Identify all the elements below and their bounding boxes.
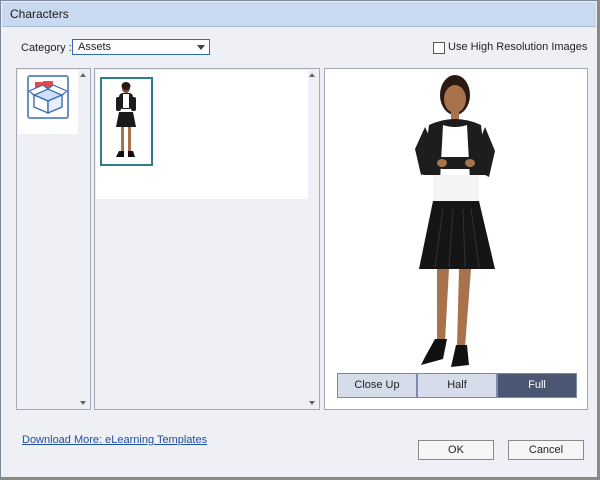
download-more-link[interactable]: Download More: eLearning Templates [22, 434, 207, 446]
category-value: Assets [78, 41, 112, 53]
window-title: Characters [10, 7, 69, 21]
asset-type-panel [16, 68, 91, 410]
asset-type-scrollbar[interactable] [78, 71, 88, 407]
close-up-button[interactable]: Close Up [337, 373, 417, 398]
character-thumbnail-image [116, 82, 136, 157]
asset-type-list [18, 70, 78, 134]
title-bar: Characters [2, 2, 596, 27]
dialog-client: Category : Assets Use High Resolution Im… [2, 27, 596, 476]
asset-box-icon [27, 81, 69, 115]
cancel-button[interactable]: Cancel [508, 440, 584, 460]
high-resolution-checkbox[interactable] [433, 42, 445, 54]
high-resolution-label: Use High Resolution Images [448, 41, 588, 53]
full-button[interactable]: Full [497, 373, 577, 398]
characters-dialog: Characters Category : Assets Use High Re… [0, 0, 598, 478]
category-select[interactable]: Assets [72, 39, 210, 55]
character-list-scrollbar[interactable] [307, 71, 317, 407]
scroll-up-icon[interactable] [309, 73, 315, 77]
category-label: Category : [21, 42, 72, 54]
view-mode-group: Close Up Half Full [337, 373, 577, 398]
character-thumbnail[interactable] [100, 77, 153, 166]
character-preview-image [415, 75, 495, 367]
character-thumbnail-list [96, 70, 308, 199]
ok-button[interactable]: OK [418, 440, 494, 460]
scroll-up-icon[interactable] [80, 73, 86, 77]
character-preview-panel: Close Up Half Full [324, 68, 588, 410]
scroll-down-icon[interactable] [80, 401, 86, 405]
character-thumbnail-panel [94, 68, 320, 410]
dropdown-arrow-icon [197, 45, 205, 50]
asset-type-button[interactable] [27, 75, 69, 119]
half-button[interactable]: Half [417, 373, 497, 398]
scroll-down-icon[interactable] [309, 401, 315, 405]
